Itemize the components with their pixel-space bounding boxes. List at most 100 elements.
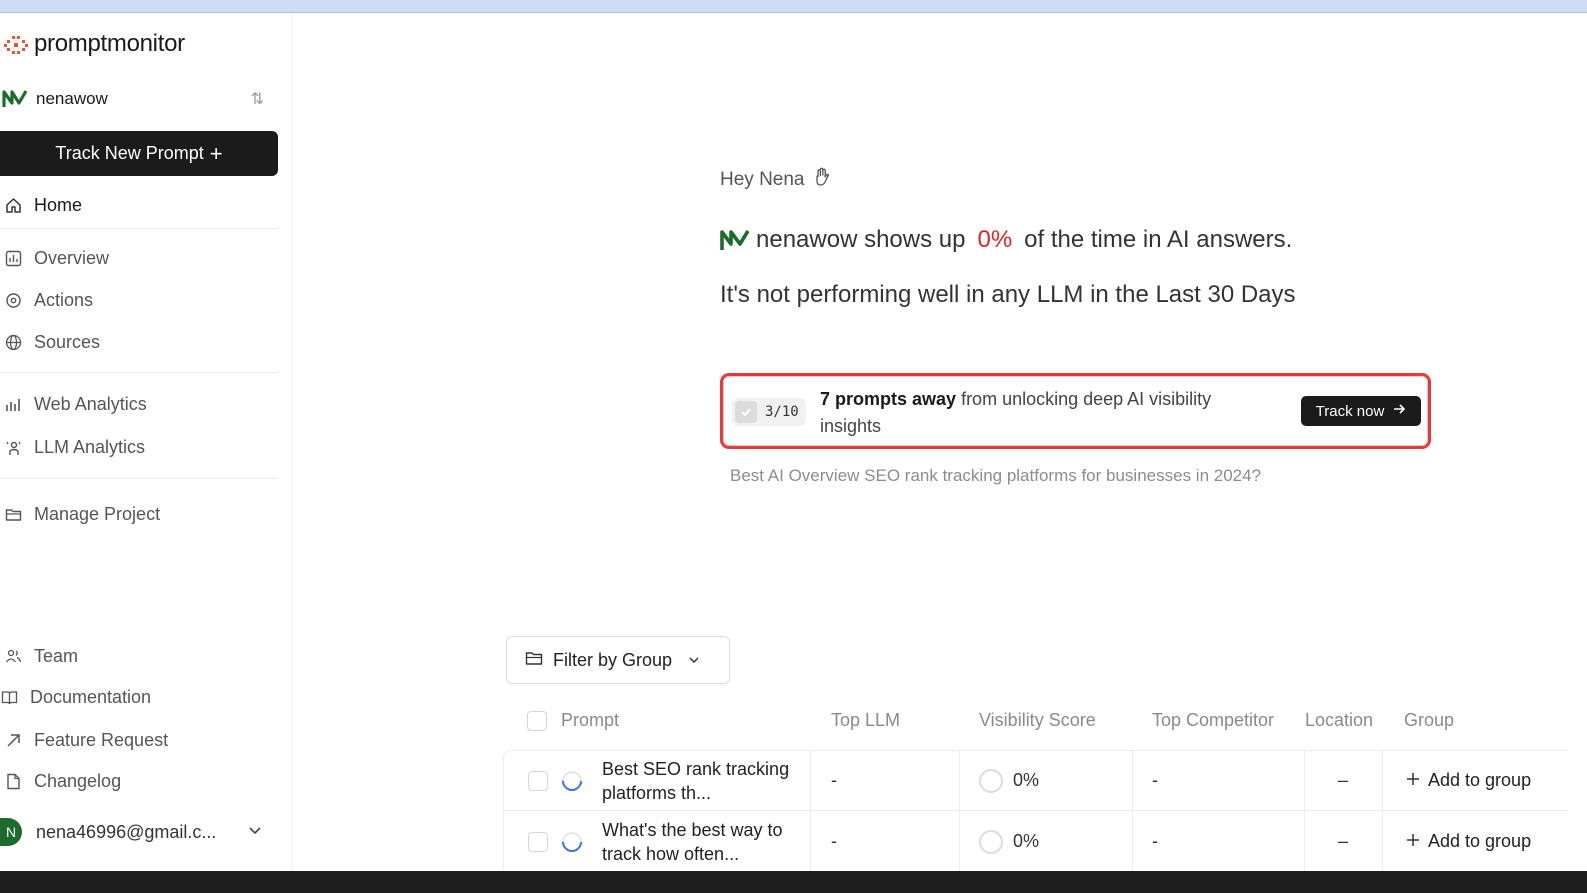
column-divider: [1382, 751, 1383, 811]
arrow-up-right-icon: [4, 732, 22, 750]
sidebar-item-label: Team: [34, 646, 79, 666]
table-row[interactable]: What's the best way to track how often..…: [503, 810, 1573, 871]
wave-hand-icon: [813, 167, 831, 193]
users-icon: [4, 648, 22, 666]
column-header-visibility-score[interactable]: Visibility Score: [979, 710, 1096, 731]
nenawow-logo-icon: [720, 230, 750, 250]
sidebar-item-actions[interactable]: Actions: [4, 290, 93, 311]
scrollbar[interactable]: [1568, 13, 1587, 871]
sidebar-item-label: Overview: [34, 248, 110, 268]
divider: [0, 372, 278, 373]
sidebar-item-home[interactable]: Home: [4, 195, 82, 216]
column-header-top-llm[interactable]: Top LLM: [831, 710, 900, 731]
nenawow-logo-icon: [2, 90, 28, 107]
location-cell: –: [1338, 831, 1349, 851]
column-divider: [810, 811, 811, 871]
browser-top-bar: [0, 0, 1587, 13]
prompt-counter: 3/10: [732, 398, 806, 426]
chevron-down-icon: [688, 650, 700, 671]
user-email: nena46996@gmail.c...: [36, 821, 217, 842]
score-ring-icon: [979, 830, 1003, 854]
visibility-headline: nenawow shows up 0% of the time in AI an…: [720, 226, 1292, 254]
column-header-group[interactable]: Group: [1404, 710, 1454, 731]
headline-prefix: nenawow shows up: [756, 226, 966, 253]
divider: [0, 228, 278, 229]
column-header-prompt[interactable]: Prompt: [561, 710, 619, 731]
sidebar-item-documentation[interactable]: Documentation: [0, 687, 151, 708]
sparkle-icon: [4, 439, 22, 457]
sidebar-item-team[interactable]: Team: [4, 646, 78, 667]
sidebar-item-overview[interactable]: Overview: [4, 248, 109, 269]
add-to-group-label: Add to group: [1428, 831, 1532, 851]
sidebar-item-label: Actions: [34, 290, 94, 310]
column-header-top-competitor[interactable]: Top Competitor: [1152, 710, 1274, 731]
check-icon: [735, 401, 757, 423]
actions-icon: [4, 292, 22, 310]
add-to-group-button[interactable]: Add to group: [1406, 770, 1531, 791]
brand-logo[interactable]: promptmonitor: [2, 30, 185, 58]
filter-by-group-dropdown[interactable]: Filter by Group: [506, 636, 730, 684]
plus-icon: +: [209, 140, 223, 166]
visibility-score-cell: 0%: [1013, 831, 1040, 851]
greeting: Hey Nena: [720, 167, 831, 193]
top-competitor-cell: -: [1152, 831, 1158, 851]
arrow-right-icon: [1392, 402, 1406, 420]
row-checkbox[interactable]: [528, 832, 548, 852]
folder-icon: [525, 649, 543, 672]
sidebar-item-llm-analytics[interactable]: LLM Analytics: [4, 437, 145, 458]
sidebar-item-label: Web Analytics: [34, 394, 147, 414]
unlock-insights-callout: 3/10 7 prompts away from unlocking deep …: [720, 373, 1431, 449]
location-cell: –: [1338, 770, 1349, 790]
brand-name: promptmonitor: [34, 30, 185, 57]
column-divider: [959, 751, 960, 811]
row-checkbox[interactable]: [528, 771, 548, 791]
sidebar: promptmonitor nenawow ⇅ Track New Prompt…: [0, 13, 293, 871]
sidebar-item-feature-request[interactable]: Feature Request: [4, 730, 168, 751]
column-divider: [1304, 751, 1305, 811]
track-new-prompt-button[interactable]: Track New Prompt +: [0, 131, 278, 176]
prompt-cell[interactable]: Best SEO rank tracking platforms th...: [602, 757, 802, 805]
user-menu[interactable]: N nena46996@gmail.c...: [0, 817, 270, 847]
table-row[interactable]: Best SEO rank tracking platforms th... -…: [503, 750, 1573, 811]
sidebar-item-label: Home: [34, 195, 83, 215]
score-ring-icon: [979, 769, 1003, 793]
performance-subline: It's not performing well in any LLM in t…: [720, 281, 1296, 308]
track-now-label: Track now: [1315, 402, 1385, 420]
taskbar: [0, 871, 1587, 893]
sidebar-item-sources[interactable]: Sources: [4, 332, 100, 353]
track-new-prompt-label: Track New Prompt: [55, 143, 204, 163]
column-divider: [810, 751, 811, 811]
project-switcher[interactable]: nenawow ⇅: [2, 85, 270, 113]
filter-label: Filter by Group: [553, 649, 673, 670]
sidebar-item-label: Manage Project: [34, 504, 161, 524]
sort-arrows-icon[interactable]: ⇅: [251, 89, 264, 109]
prompt-count: 3/10: [765, 404, 799, 420]
sidebar-item-web-analytics[interactable]: Web Analytics: [4, 394, 147, 415]
globe-icon: [4, 334, 22, 352]
sidebar-item-label: Documentation: [30, 687, 152, 707]
track-now-button[interactable]: Track now: [1301, 396, 1421, 426]
folder-icon: [4, 506, 22, 524]
chevron-down-icon[interactable]: [248, 823, 262, 842]
promptmonitor-logo-icon: [4, 36, 28, 54]
typing-prompt-suggestion: Best AI Overview SEO rank tracking platf…: [730, 466, 1262, 485]
project-name: nenawow: [36, 89, 108, 108]
visibility-score-cell: 0%: [1013, 770, 1040, 790]
select-all-checkbox[interactable]: [527, 711, 547, 731]
sidebar-item-label: Changelog: [34, 771, 122, 791]
top-llm-cell: -: [831, 831, 837, 851]
plus-icon: [1406, 770, 1420, 791]
add-to-group-label: Add to group: [1428, 770, 1532, 790]
bar-chart-icon: [4, 396, 22, 414]
add-to-group-button[interactable]: Add to group: [1406, 831, 1531, 852]
callout-message: 7 prompts away from unlocking deep AI vi…: [820, 386, 1270, 440]
chart-icon: [4, 250, 22, 268]
sidebar-item-manage-project[interactable]: Manage Project: [4, 504, 160, 525]
divider: [0, 478, 278, 479]
sidebar-item-label: Feature Request: [34, 730, 169, 750]
plus-icon: [1406, 831, 1420, 852]
sidebar-item-changelog[interactable]: Changelog: [4, 771, 121, 792]
column-header-location[interactable]: Location: [1305, 710, 1373, 731]
greeting-text: Hey Nena: [720, 169, 805, 190]
prompt-cell[interactable]: What's the best way to track how often..…: [602, 818, 802, 866]
